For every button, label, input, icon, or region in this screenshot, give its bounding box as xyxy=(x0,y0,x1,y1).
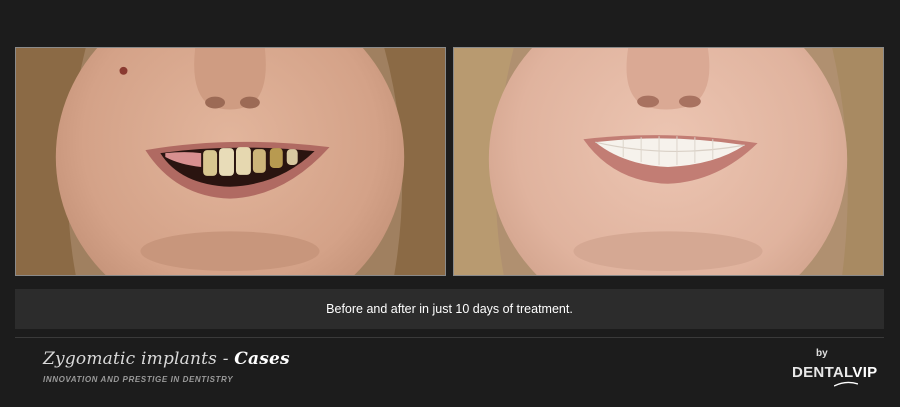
by-label: by xyxy=(816,348,828,359)
footer-title-cases: Cases xyxy=(234,349,290,369)
logo-swoosh-icon xyxy=(834,381,858,387)
footer-tagline: INNOVATION AND PRESTIGE IN DENTISTRY xyxy=(43,375,234,384)
footer-title-main: Zygomatic implants - xyxy=(43,349,235,369)
caption-bar: Before and after in just 10 days of trea… xyxy=(15,289,884,329)
before-photo xyxy=(15,47,446,276)
footer-title: Zygomatic implants - Cases xyxy=(43,349,290,369)
caption-text: Before and after in just 10 days of trea… xyxy=(326,302,573,316)
dentalvip-logo[interactable]: DENTALVIP xyxy=(792,364,877,381)
after-face-illustration xyxy=(454,48,883,275)
before-face-illustration xyxy=(16,48,445,275)
logo-vip: VIP xyxy=(852,364,878,381)
after-photo xyxy=(453,47,884,276)
logo-dental: DENTAL xyxy=(792,364,853,381)
footer-divider xyxy=(15,337,884,338)
